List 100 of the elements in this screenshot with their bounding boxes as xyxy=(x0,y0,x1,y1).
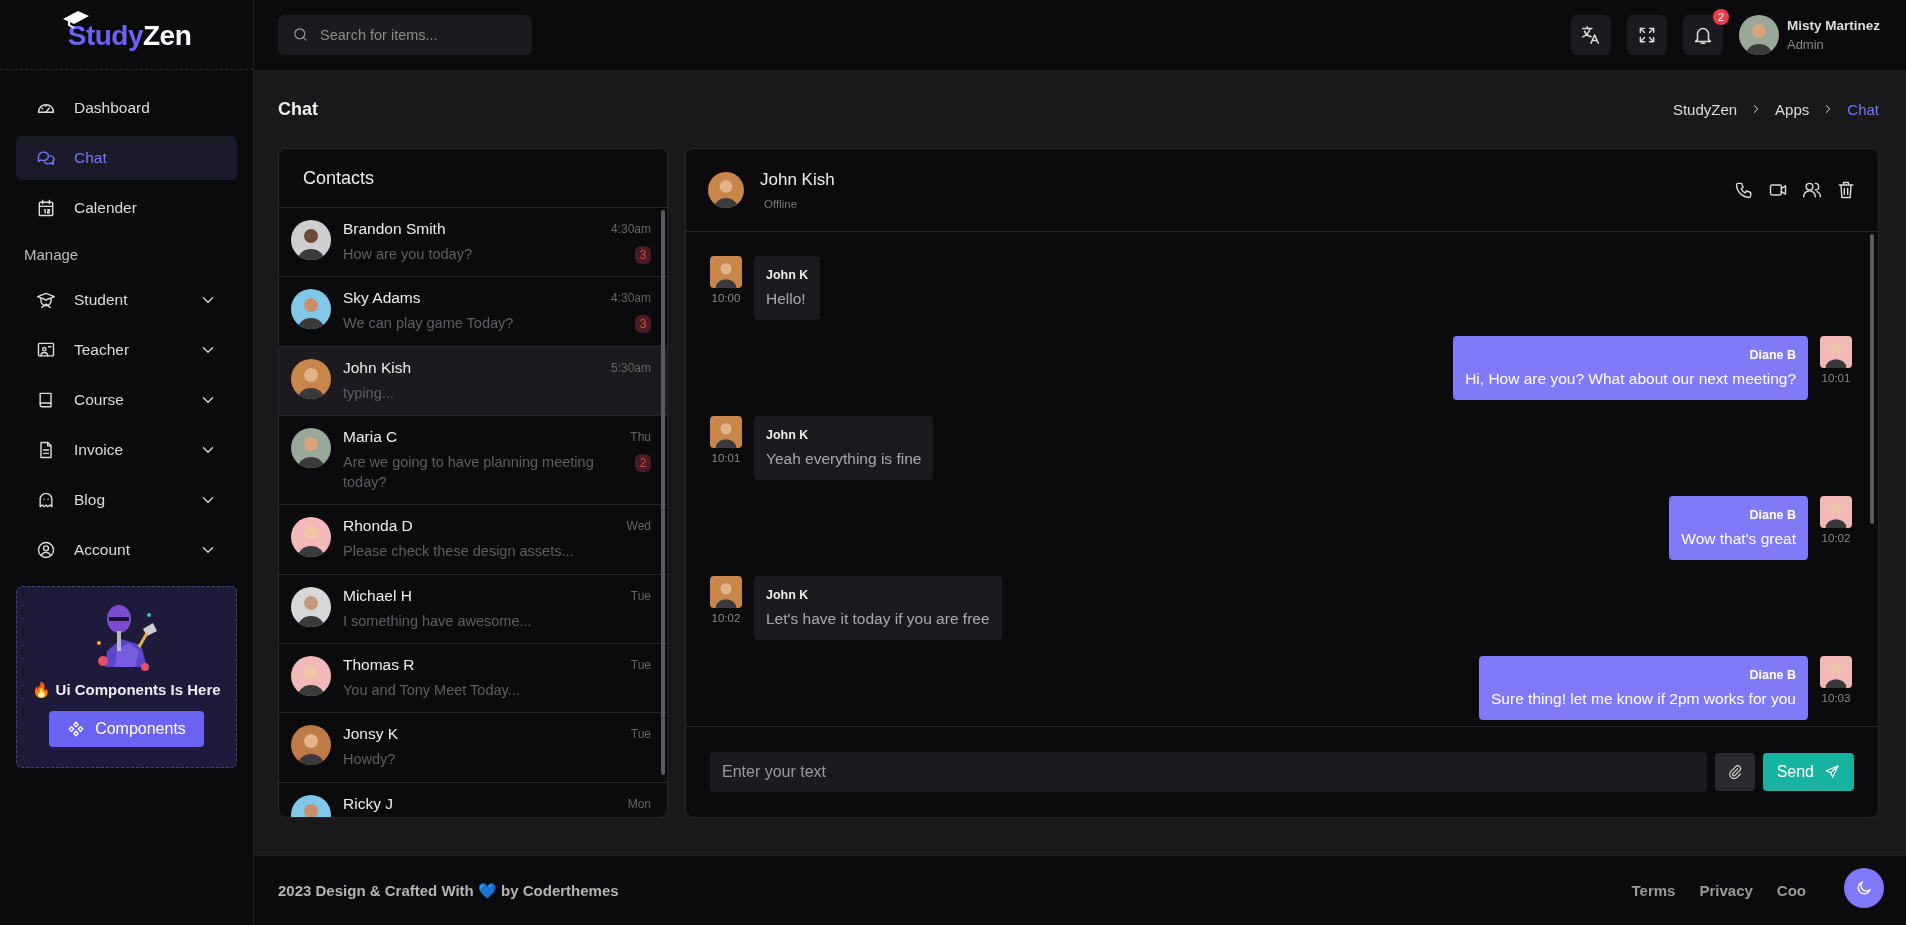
sender-name: Diane B xyxy=(1748,668,1796,682)
avatar xyxy=(1820,336,1852,368)
message-text: Let's have it today if you are free xyxy=(766,610,990,628)
graduation-cap-icon xyxy=(36,290,56,310)
message-text: Sure thing! let me know if 2pm works for you xyxy=(1491,690,1796,708)
nav-item[interactable]: Calender xyxy=(16,186,237,230)
message-preview: We can play game Today? xyxy=(343,314,515,334)
contact-name: Rhonda D xyxy=(343,517,414,536)
unread-badge: 3 xyxy=(635,246,651,264)
message-input[interactable]: Enter your text xyxy=(710,752,1707,792)
message-time: 10:02 xyxy=(1821,532,1851,544)
sender-name: Diane B xyxy=(1748,348,1796,362)
footer-link[interactable]: Coo xyxy=(1776,882,1806,899)
message-preview: Please check these design assets... xyxy=(343,542,575,562)
chat-icon xyxy=(36,148,56,168)
scrollbar[interactable] xyxy=(1870,234,1874,524)
attach-button[interactable] xyxy=(1714,753,1755,791)
contact-name: Sky Adams xyxy=(343,289,422,308)
contact-name: Brandon Smith xyxy=(343,220,447,238)
nav-item[interactable]: Dashboard xyxy=(16,86,237,130)
call-button[interactable] xyxy=(1734,180,1754,200)
nav-item[interactable]: Invoice xyxy=(16,428,237,472)
avatar xyxy=(708,172,744,208)
breadcrumb-link[interactable]: StudyZen xyxy=(1672,100,1738,118)
translate-icon xyxy=(1579,24,1602,46)
footer-link[interactable]: Terms xyxy=(1631,882,1676,899)
delete-button[interactable] xyxy=(1836,180,1856,200)
avatar xyxy=(291,656,331,697)
message-text: Wow that's great xyxy=(1681,530,1796,548)
user-menu[interactable]: Misty Martinez Admin xyxy=(1738,15,1880,55)
sender-name: Diane B xyxy=(1748,508,1796,522)
message-preview: I something have awesome... xyxy=(343,611,533,631)
message-preview: Howdy? xyxy=(343,750,397,770)
paperclip-icon xyxy=(1726,764,1743,780)
nav-item[interactable]: Account xyxy=(16,528,237,572)
avatar xyxy=(1738,15,1779,55)
avatar xyxy=(1820,656,1852,688)
contact-name: Thomas R xyxy=(343,656,416,675)
avatar xyxy=(291,220,331,260)
message-time: 10:00 xyxy=(711,292,741,304)
scrollbar[interactable] xyxy=(661,210,665,775)
avatar xyxy=(710,416,742,448)
message-text: Hello! xyxy=(766,290,807,308)
theme-toggle-button[interactable] xyxy=(1844,868,1884,908)
fullscreen-button[interactable] xyxy=(1626,15,1667,55)
message-preview: Are we going to have planning meeting today? xyxy=(343,452,595,493)
contact-name: Maria C xyxy=(343,427,399,446)
group-button[interactable] xyxy=(1802,180,1822,200)
footer-link[interactable]: Privacy xyxy=(1699,882,1753,899)
avatar xyxy=(291,358,331,399)
message-time: Tue xyxy=(630,658,651,673)
search-field[interactable]: Search for items... xyxy=(278,15,532,55)
breadcrumb-link[interactable]: Chat xyxy=(1847,100,1879,118)
notification-badge: 2 xyxy=(1712,9,1729,25)
message-time: 4:30am xyxy=(610,291,651,306)
notifications-button[interactable] xyxy=(1682,15,1723,55)
message-time: 10:02 xyxy=(711,612,741,624)
logo[interactable]: StudyZen xyxy=(61,9,192,52)
nav-item[interactable]: Blog xyxy=(16,478,237,522)
sender-name: John K xyxy=(766,588,810,602)
message-time: Thu xyxy=(630,429,651,444)
message-time: 10:01 xyxy=(1821,372,1851,384)
avatar xyxy=(291,586,331,627)
message-time: 5:30am xyxy=(610,360,651,375)
contact-name: John Kish xyxy=(343,358,413,377)
avatar xyxy=(291,289,331,330)
avatar xyxy=(710,256,742,288)
user-role: Admin xyxy=(1786,37,1825,52)
contacts-title: Contacts xyxy=(279,149,667,208)
contact-item[interactable]: John Kish typing... 5:30am xyxy=(279,346,667,416)
nav-item[interactable]: Chat xyxy=(16,136,237,180)
message-preview: typing... xyxy=(343,383,395,403)
message-preview: You and Tony Meet Today... xyxy=(343,681,521,701)
moon-icon xyxy=(1855,879,1873,897)
user-name: Misty Martinez xyxy=(1786,18,1880,33)
contact-name: John Kish xyxy=(760,170,835,190)
components-button[interactable]: Components xyxy=(49,711,204,747)
message-text: Yeah everything is fine xyxy=(766,450,922,468)
avatar xyxy=(291,427,331,468)
message-time: Wed xyxy=(626,519,651,534)
grid-diamond-icon xyxy=(67,720,86,738)
contact-name: Michael H xyxy=(343,586,413,605)
translate-button[interactable] xyxy=(1570,15,1611,55)
section-label: Manage xyxy=(23,244,80,265)
message-time: Tue xyxy=(630,727,651,742)
avatar xyxy=(710,576,742,608)
page-title: Chat xyxy=(278,98,319,120)
users-icon xyxy=(1802,180,1822,200)
paper-plane-icon xyxy=(1824,764,1840,780)
message-preview: How are you today? xyxy=(343,245,473,264)
message-text: Hi, How are you? What about our next meeting? xyxy=(1465,370,1796,388)
status-text: Offline xyxy=(763,198,799,210)
nav-item[interactable]: Teacher xyxy=(16,328,237,372)
breadcrumb-link[interactable]: Apps xyxy=(1775,100,1810,118)
contact-item[interactable]: Ricky J Mon xyxy=(279,782,667,817)
nav-item[interactable]: Student xyxy=(16,278,237,322)
sender-name: John K xyxy=(766,268,809,282)
avatar xyxy=(1820,496,1852,528)
unread-badge: 3 xyxy=(635,315,651,334)
nav-item[interactable]: Course xyxy=(16,378,237,422)
